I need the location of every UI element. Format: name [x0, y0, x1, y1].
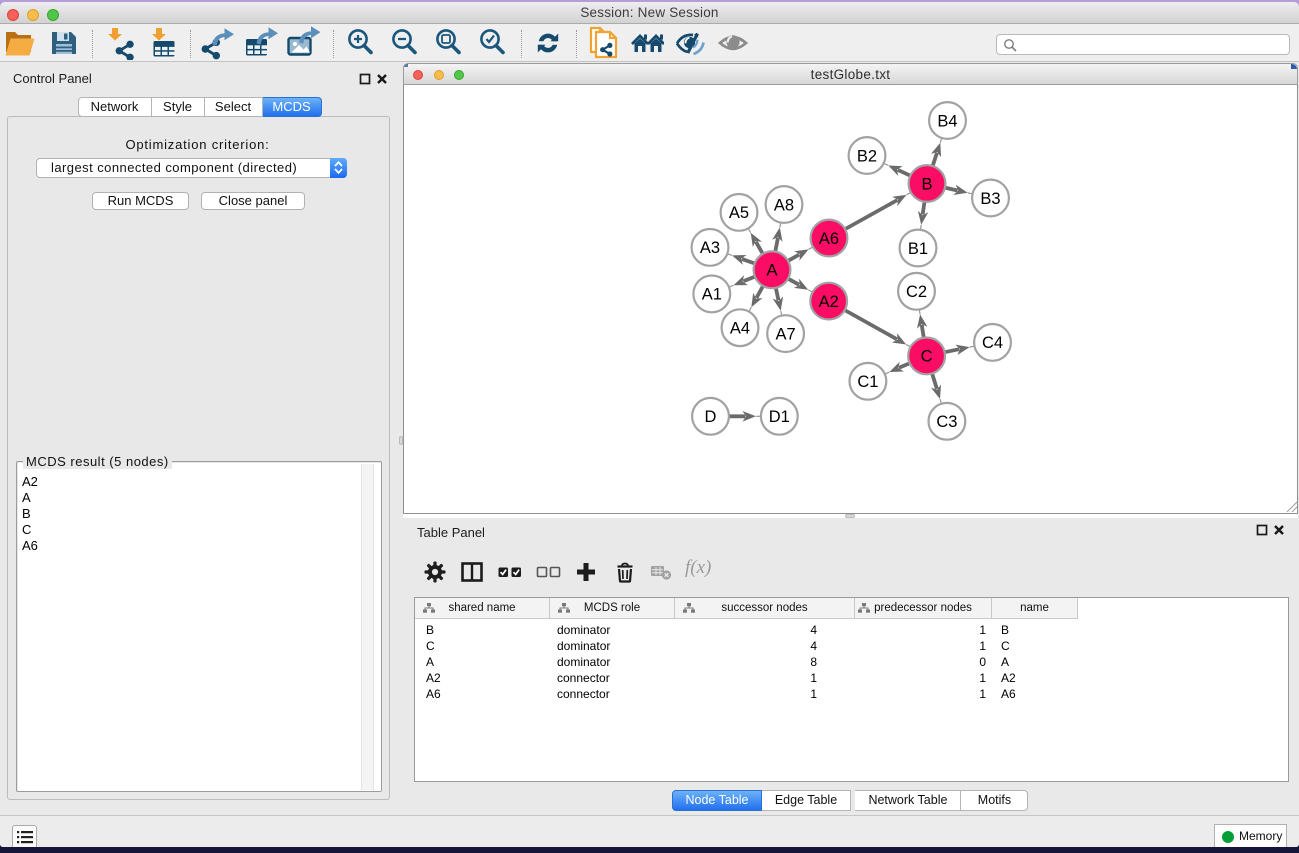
svg-text:C2: C2 [906, 283, 927, 301]
svg-text:B1: B1 [908, 240, 928, 258]
svg-text:B2: B2 [857, 147, 877, 165]
svg-text:A6: A6 [819, 230, 839, 248]
svg-text:A4: A4 [730, 320, 750, 338]
svg-text:A3: A3 [700, 239, 720, 257]
svg-text:B3: B3 [980, 190, 1000, 208]
svg-text:A7: A7 [776, 325, 796, 343]
svg-text:B4: B4 [937, 112, 957, 130]
svg-text:A1: A1 [702, 286, 722, 304]
svg-text:D1: D1 [769, 408, 790, 426]
svg-text:C3: C3 [936, 413, 957, 431]
svg-text:C: C [921, 348, 933, 366]
svg-text:A5: A5 [729, 204, 749, 222]
svg-text:C4: C4 [982, 334, 1003, 352]
svg-text:A8: A8 [774, 196, 794, 214]
svg-text:C1: C1 [857, 373, 878, 391]
svg-text:D: D [705, 408, 717, 426]
svg-text:B: B [921, 175, 932, 193]
svg-text:A: A [766, 262, 777, 280]
svg-text:A2: A2 [819, 293, 839, 311]
